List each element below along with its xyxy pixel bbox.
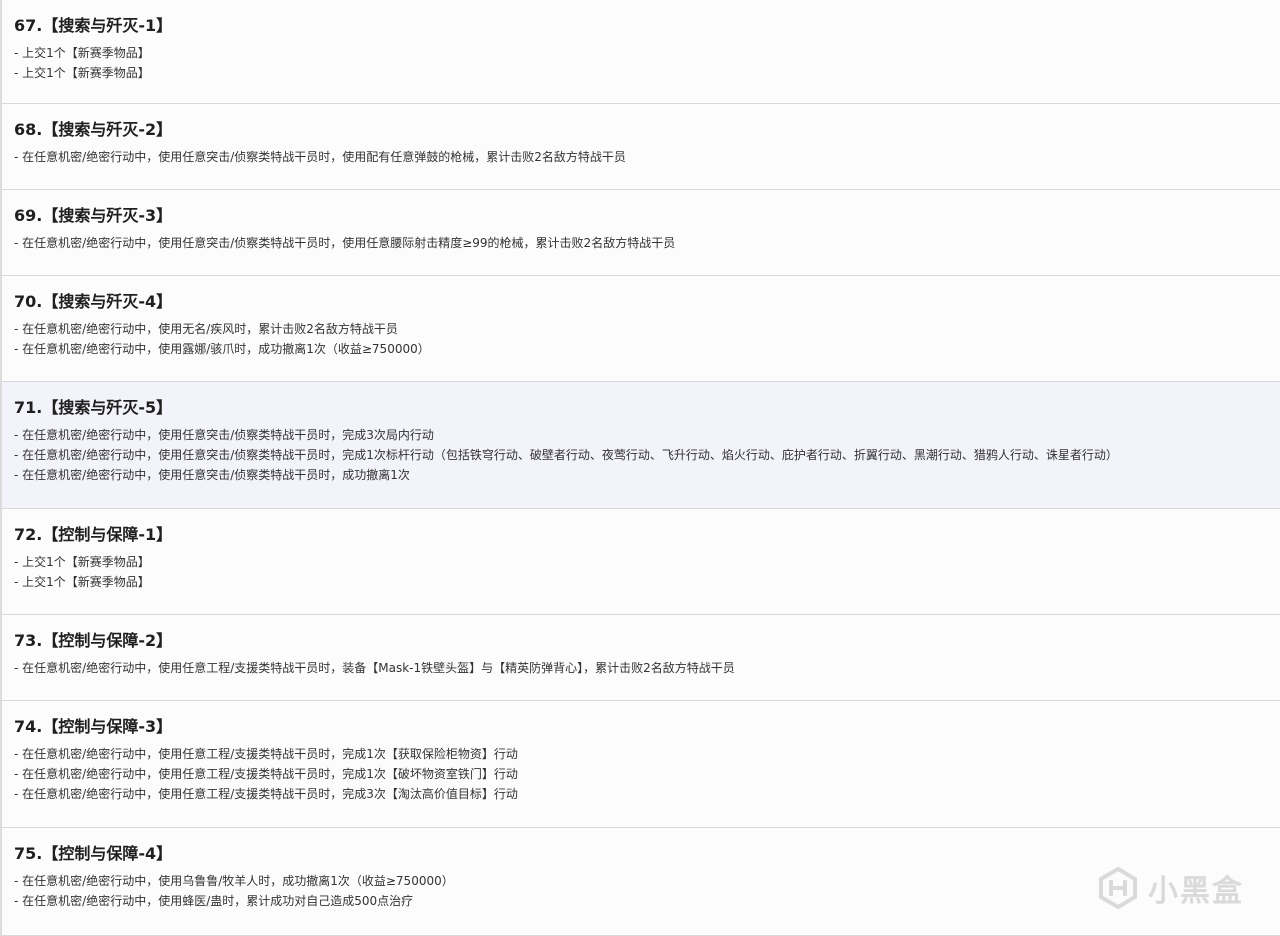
- task-title: 68.【搜索与歼灭-2】: [14, 120, 173, 139]
- task-requirement: - 在任意机密/绝密行动中，使用任意工程/支援类特战干员时，完成3次【淘汰高价值…: [14, 787, 518, 801]
- heybox-logo-icon: [1099, 866, 1137, 910]
- task-requirement: - 在任意机密/绝密行动中，使用乌鲁鲁/牧羊人时，成功撤离1次（收益≥75000…: [14, 874, 454, 888]
- task-item: 73.【控制与保障-2】 - 在任意机密/绝密行动中，使用任意工程/支援类特战干员…: [2, 615, 1280, 701]
- task-item: 67.【搜索与歼灭-1】 - 上交1个【新赛季物品】 - 上交1个【新赛季物品】: [2, 0, 1280, 104]
- task-title: 72.【控制与保障-1】: [14, 525, 173, 544]
- task-title: 70.【搜索与歼灭-4】: [14, 292, 173, 311]
- task-requirement: - 上交1个【新赛季物品】: [14, 555, 150, 569]
- task-requirement: - 在任意机密/绝密行动中，使用露娜/骇爪时，成功撤离1次（收益≥750000）: [14, 342, 430, 356]
- task-requirement: - 在任意机密/绝密行动中，使用任意突击/侦察类特战干员时，完成1次标杆行动（包…: [14, 448, 1118, 462]
- task-requirement: - 在任意机密/绝密行动中，使用任意突击/侦察类特战干员时，完成3次局内行动: [14, 428, 434, 442]
- task-item: 70.【搜索与歼灭-4】 - 在任意机密/绝密行动中，使用无名/疾风时，累计击败2…: [2, 276, 1280, 382]
- watermark: 小黑盒: [1096, 866, 1244, 910]
- task-requirement: - 在任意机密/绝密行动中，使用无名/疾风时，累计击败2名敌方特战干员: [14, 322, 398, 336]
- task-item: 74.【控制与保障-3】 - 在任意机密/绝密行动中，使用任意工程/支援类特战干员…: [2, 701, 1280, 828]
- task-requirement: - 在任意机密/绝密行动中，使用任意突击/侦察类特战干员时，成功撤离1次: [14, 468, 410, 482]
- task-item: 72.【控制与保障-1】 - 上交1个【新赛季物品】 - 上交1个【新赛季物品】: [2, 509, 1280, 615]
- task-requirement: - 上交1个【新赛季物品】: [14, 66, 150, 80]
- task-title: 75.【控制与保障-4】: [14, 844, 173, 863]
- task-requirement: - 在任意机密/绝密行动中，使用任意工程/支援类特战干员时，装备【Mask-1铁…: [14, 661, 735, 675]
- task-requirement: - 在任意机密/绝密行动中，使用任意突击/侦察类特战干员时，使用配有任意弹鼓的枪…: [14, 150, 626, 164]
- task-title: 74.【控制与保障-3】: [14, 717, 173, 736]
- task-item: 68.【搜索与歼灭-2】 - 在任意机密/绝密行动中，使用任意突击/侦察类特战干员…: [2, 104, 1280, 190]
- task-requirement: - 在任意机密/绝密行动中，使用任意突击/侦察类特战干员时，使用任意腰际射击精度…: [14, 236, 676, 250]
- task-title: 67.【搜索与歼灭-1】: [14, 16, 173, 35]
- task-item: 69.【搜索与歼灭-3】 - 在任意机密/绝密行动中，使用任意突击/侦察类特战干员…: [2, 190, 1280, 276]
- task-list: 67.【搜索与歼灭-1】 - 上交1个【新赛季物品】 - 上交1个【新赛季物品】 68…: [0, 0, 1280, 936]
- task-title: 71.【搜索与歼灭-5】: [14, 398, 173, 417]
- task-requirement: - 在任意机密/绝密行动中，使用任意工程/支援类特战干员时，完成1次【获取保险柜…: [14, 747, 518, 761]
- task-requirement: - 上交1个【新赛季物品】: [14, 46, 150, 60]
- watermark-text: 小黑盒: [1148, 874, 1244, 909]
- task-title: 69.【搜索与歼灭-3】: [14, 206, 173, 225]
- task-item: 75.【控制与保障-4】 - 在任意机密/绝密行动中，使用乌鲁鲁/牧羊人时，成功撤…: [2, 828, 1280, 936]
- task-requirement: - 上交1个【新赛季物品】: [14, 575, 150, 589]
- task-title: 73.【控制与保障-2】: [14, 631, 173, 650]
- task-requirement: - 在任意机密/绝密行动中，使用任意工程/支援类特战干员时，完成1次【破坏物资室…: [14, 767, 518, 781]
- task-requirement: - 在任意机密/绝密行动中，使用蜂医/蛊时，累计成功对自己造成500点治疗: [14, 894, 414, 908]
- task-item: 71.【搜索与歼灭-5】 - 在任意机密/绝密行动中，使用任意突击/侦察类特战干员…: [2, 382, 1280, 509]
